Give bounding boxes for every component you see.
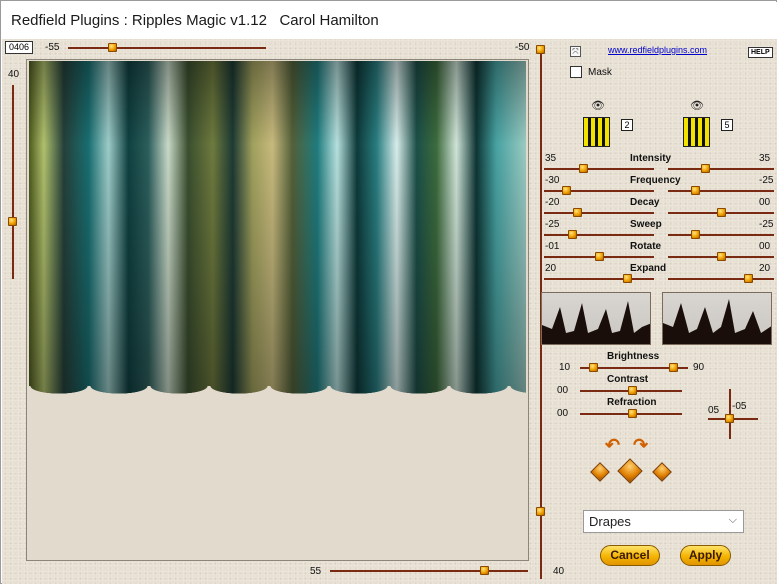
preview-image: [29, 61, 526, 394]
refraction-thumb[interactable]: [628, 409, 637, 418]
left-slider-value: 40: [8, 69, 20, 80]
pattern-swatch-left[interactable]: [583, 117, 610, 147]
right-slider-top-value: -50: [515, 42, 530, 53]
right-slider-bottom-value: 40: [553, 566, 565, 577]
preview-wave-edge: [29, 386, 526, 398]
website-link[interactable]: www.redfieldplugins.com: [608, 45, 707, 55]
refraction-value: 00: [557, 408, 569, 419]
param-left-value-rotate: -01: [545, 241, 560, 252]
title-bar: Redfield Plugins : Ripples Magic v1.12 C…: [2, 2, 777, 39]
brightness-min-thumb[interactable]: [589, 363, 598, 372]
plugin-panel: 0406 -55 40 -50 40 55 ⤧ www.redfieldplug…: [2, 39, 777, 584]
offset-x-value: 05: [708, 405, 720, 416]
param-left-value-decay: -20: [545, 197, 560, 208]
bottom-slider-track[interactable]: [330, 570, 528, 572]
param-left-thumb-frequency[interactable]: [562, 186, 571, 195]
param-left-value-intensity: 35: [545, 153, 557, 164]
style-select-value: Drapes: [589, 514, 631, 529]
param-right-value-frequency: -25: [759, 175, 774, 186]
param-left-thumb-sweep[interactable]: [568, 230, 577, 239]
param-left-thumb-decay[interactable]: [573, 208, 582, 217]
param-right-track-frequency[interactable]: [668, 190, 774, 192]
param-left-thumb-rotate[interactable]: [595, 252, 604, 261]
wave-preview-left: [541, 292, 651, 345]
random-pattern-dice-icon[interactable]: [652, 462, 672, 482]
param-label-decay: Decay: [630, 197, 660, 208]
left-slider-track[interactable]: [12, 85, 14, 279]
param-right-thumb-intensity[interactable]: [701, 164, 710, 173]
apply-button[interactable]: Apply: [680, 545, 731, 566]
pattern-swatch-right[interactable]: [683, 117, 710, 147]
brightness-max-thumb[interactable]: [669, 363, 678, 372]
param-right-track-intensity[interactable]: [668, 168, 774, 170]
brightness-label: Brightness: [607, 351, 660, 362]
top-slider-track[interactable]: [68, 47, 266, 49]
param-left-track-decay[interactable]: [544, 212, 654, 214]
preview-area[interactable]: [26, 59, 529, 561]
eye-icon-left[interactable]: 👁: [591, 99, 605, 112]
param-label-expand: Expand: [630, 263, 667, 274]
style-select[interactable]: Drapes ⌵: [583, 510, 744, 533]
param-left-track-sweep[interactable]: [544, 234, 654, 236]
mask-label: Mask: [588, 67, 612, 78]
param-right-thumb-frequency[interactable]: [691, 186, 700, 195]
top-slider-thumb[interactable]: [108, 43, 117, 52]
random-small-dice-icon[interactable]: [590, 462, 610, 482]
left-slider-thumb[interactable]: [8, 217, 17, 226]
offset-thumb[interactable]: [725, 414, 734, 423]
chevron-down-icon: ⌵: [728, 514, 737, 526]
param-right-track-expand[interactable]: [668, 278, 774, 280]
param-label-rotate: Rotate: [630, 241, 662, 252]
pattern-number-right[interactable]: 5: [721, 119, 733, 131]
param-right-value-sweep: -25: [759, 219, 774, 230]
window-title: Redfield Plugins : Ripples Magic v1.12 C…: [11, 12, 379, 29]
help-button[interactable]: HELP: [748, 47, 773, 58]
param-label-sweep: Sweep: [630, 219, 662, 230]
eye-icon-right[interactable]: 👁: [690, 99, 704, 112]
param-right-value-expand: 20: [759, 263, 771, 274]
param-left-track-expand[interactable]: [544, 278, 654, 280]
mask-checkbox[interactable]: [570, 66, 582, 78]
offset-y-value: -05: [732, 401, 747, 412]
param-right-thumb-expand[interactable]: [744, 274, 753, 283]
contrast-thumb[interactable]: [628, 386, 637, 395]
param-left-thumb-expand[interactable]: [623, 274, 632, 283]
wave-preview-right: [662, 292, 772, 345]
param-right-value-intensity: 35: [759, 153, 771, 164]
reset-icon[interactable]: ⤧: [570, 46, 581, 57]
param-left-value-sweep: -25: [545, 219, 560, 230]
right-slider-top-thumb[interactable]: [536, 45, 545, 54]
param-right-thumb-sweep[interactable]: [691, 230, 700, 239]
param-left-value-expand: 20: [545, 263, 557, 274]
param-right-thumb-decay[interactable]: [717, 208, 726, 217]
redo-arrow-icon[interactable]: ↷: [633, 435, 648, 456]
param-left-value-frequency: -30: [545, 175, 560, 186]
bottom-slider-thumb[interactable]: [480, 566, 489, 575]
param-left-track-intensity[interactable]: [544, 168, 654, 170]
param-left-thumb-intensity[interactable]: [579, 164, 588, 173]
brightness-min-value: 10: [559, 362, 571, 373]
param-label-frequency: Frequency: [630, 175, 681, 186]
cancel-button[interactable]: Cancel: [600, 545, 660, 566]
right-slider-bottom-thumb[interactable]: [536, 507, 545, 516]
pattern-number-left[interactable]: 2: [621, 119, 633, 131]
top-slider-value: -55: [45, 42, 60, 53]
param-right-value-decay: 00: [759, 197, 771, 208]
contrast-value: 00: [557, 385, 569, 396]
frame-counter[interactable]: 0406: [5, 41, 33, 54]
param-right-value-rotate: 00: [759, 241, 771, 252]
param-right-track-sweep[interactable]: [668, 234, 774, 236]
random-all-dice-icon[interactable]: [617, 458, 643, 484]
param-left-track-frequency[interactable]: [544, 190, 654, 192]
undo-arrow-icon[interactable]: ↶: [605, 435, 620, 456]
bottom-slider-value: 55: [310, 566, 322, 577]
param-right-thumb-rotate[interactable]: [717, 252, 726, 261]
brightness-max-value: 90: [693, 362, 705, 373]
plugin-window: Redfield Plugins : Ripples Magic v1.12 C…: [0, 0, 777, 584]
contrast-label: Contrast: [607, 374, 649, 385]
refraction-label: Refraction: [607, 397, 657, 408]
param-label-intensity: Intensity: [630, 153, 672, 164]
